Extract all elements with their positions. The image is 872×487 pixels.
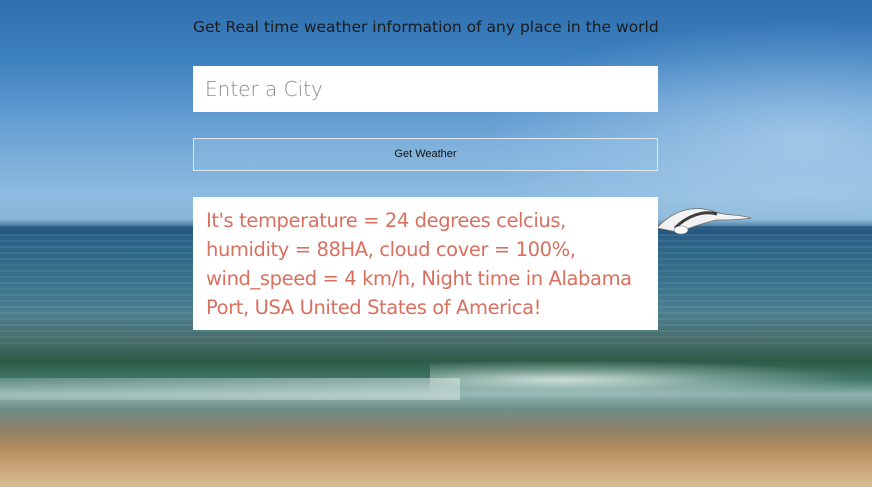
- city-input[interactable]: [193, 66, 658, 112]
- page-heading: Get Real time weather information of any…: [193, 18, 659, 36]
- wave-foam: [430, 360, 872, 400]
- seagull-icon: [656, 208, 752, 235]
- get-weather-button[interactable]: Get Weather: [193, 138, 658, 171]
- weather-result: It's temperature = 24 degrees celcius, h…: [193, 197, 658, 330]
- weather-result-text: It's temperature = 24 degrees celcius, h…: [206, 209, 632, 319]
- wave-foam-left: [0, 378, 460, 400]
